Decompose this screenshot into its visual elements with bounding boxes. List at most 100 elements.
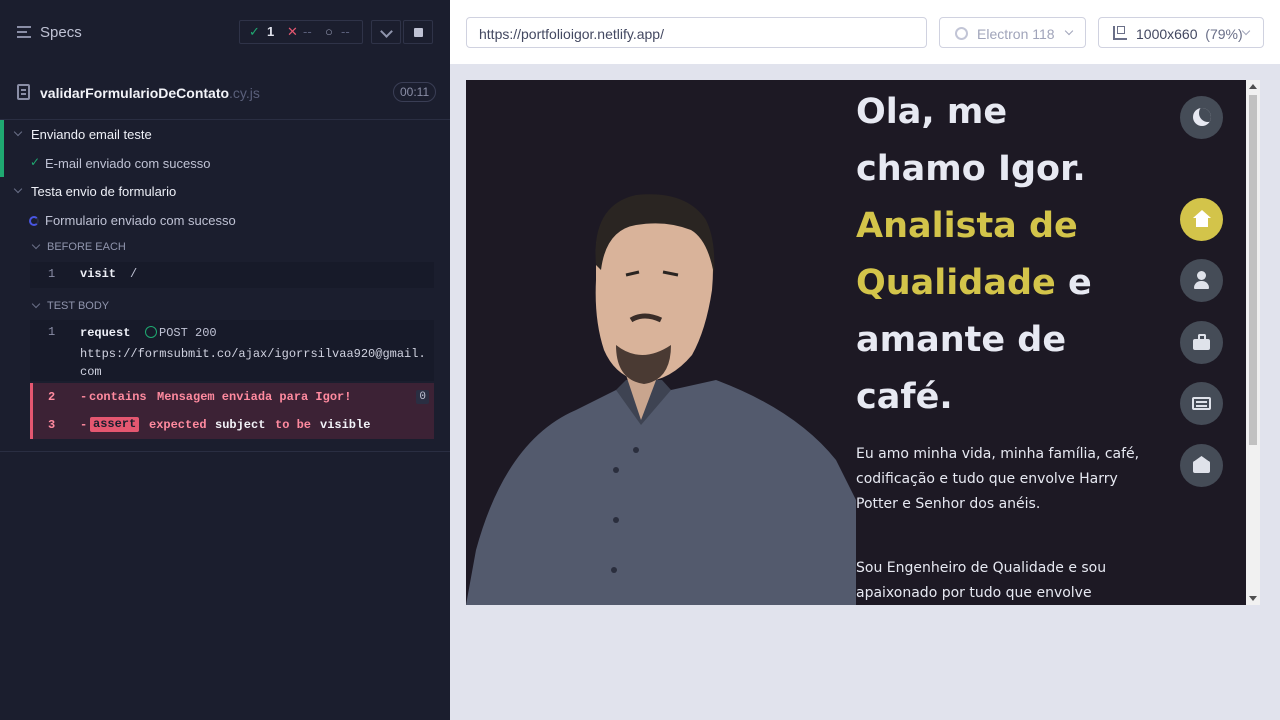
nav-contact-button[interactable] [1180,444,1223,487]
url-text: https://portfolioigor.netlify.app/ [479,26,664,42]
pending-spinner-icon: ○ [325,24,333,39]
browser-label: Electron 118 [977,26,1055,42]
app-scrollbar[interactable] [1246,80,1260,605]
bio-paragraph: Sou Engenheiro de Qualidade e sou apaixo… [856,560,1107,601]
nav-portfolio-button[interactable] [1180,321,1223,364]
pending-count: -- [341,24,350,39]
test-email-enviado[interactable]: ✓ E-mail enviado com sucesso [0,149,450,177]
user-icon [1197,271,1206,280]
hook-label: TEST BODY [47,300,110,312]
url-field[interactable]: https://portfolioigor.netlify.app/ [466,17,927,48]
hook-before-each[interactable]: BEFORE EACH [0,237,450,257]
suite-enviando-email[interactable]: Enviando email teste [0,120,450,148]
hero-line: chamo Igor. [856,149,1086,189]
viewport-selector[interactable]: 1000x660 (79%) [1098,17,1264,48]
test-formulario-enviado[interactable]: Formulario enviado com sucesso [0,206,450,234]
failed-count: -- [303,24,312,39]
user-icon-body [1194,281,1209,289]
document-icon [17,84,30,100]
chevron-down-icon[interactable] [371,20,401,44]
stop-icon[interactable] [403,20,433,44]
spec-file-basename: validarFormularioDeContato [40,85,230,101]
nav-blog-button[interactable] [1180,382,1223,425]
command-arg: / [130,267,138,281]
command-arg: Mensagem enviada para Igor! [157,390,352,404]
specs-label[interactable]: Specs [40,24,82,41]
hero-line: Qualidade e [856,255,1156,312]
running-spinner-icon [29,216,39,226]
test-title: E-mail enviado com sucesso [45,156,211,171]
viewport-size: 1000x660 [1136,26,1198,42]
hero-accent-word: Qualidade [856,263,1056,303]
passed-count: 1 [267,24,275,39]
suite-title: Testa envio de formulario [31,184,177,199]
request-status: POST 200 [159,326,217,340]
command-contains[interactable]: 2 - contains Mensagem enviada para Igor!… [30,383,434,411]
scroll-up-arrow-icon[interactable] [1249,84,1257,89]
command-name: visit [80,267,117,281]
command-number: 3 [48,418,56,432]
assert-word: to be [275,418,312,432]
command-name: contains [89,390,147,404]
aut-toolbar: https://portfolioigor.netlify.app/ Elect… [450,0,1280,64]
passed-check-icon: ✓ [249,24,260,39]
spec-file-ext: .cy.js [229,85,260,101]
assert-tag: assert [90,417,140,432]
chevron-down-icon [1241,26,1251,36]
specs-header: Specs ✓ 1 ✕ -- ○ -- [0,0,450,64]
command-number: 1 [48,325,56,339]
chevron-down-icon[interactable] [31,240,41,250]
newspaper-icon-line [1196,405,1207,407]
hero-line: café. [856,377,953,417]
command-number: 1 [48,267,56,281]
theme-toggle-button[interactable] [1180,96,1223,139]
test-title: Formulario enviado com sucesso [45,213,236,228]
spec-file-header: validarFormularioDeContato.cy.js 00:11 [0,64,450,120]
nav-home-button[interactable] [1180,198,1223,241]
scroll-thumb[interactable] [1249,95,1257,445]
ruler-icon [1113,26,1127,40]
spec-duration: 00:11 [393,82,437,102]
profile-photo [466,194,856,605]
chevron-down-icon[interactable] [13,184,23,194]
hook-test-body[interactable]: TEST BODY [0,296,450,316]
divider [0,451,450,452]
failed-x-icon: ✕ [287,24,298,39]
hero-word: e [1067,263,1092,303]
viewport-label: 1000x660 (79%) [1136,26,1243,42]
suite-testa-envio[interactable]: Testa envio de formulario [0,177,450,205]
request-url: https://formsubmit.co/ajax/igorrsilvaa92… [80,347,426,379]
electron-icon [955,27,968,40]
home-icon [1193,210,1211,218]
moon-icon [1193,108,1211,126]
specs-list-icon[interactable] [17,26,31,38]
command-request[interactable]: 1 request POST 200 https://formsubmit.co… [30,320,434,381]
hero-line-accent: Analista de [856,206,1078,246]
reporter-panel: Specs ✓ 1 ✕ -- ○ -- validarFormularioDeC… [0,0,450,720]
element-count-badge: 0 [416,390,429,404]
browser-selector[interactable]: Electron 118 [939,17,1086,48]
command-assert[interactable]: 3 - assert expected subject to be visibl… [30,411,434,439]
run-stats: ✓ 1 ✕ -- ○ -- [239,20,363,44]
hero-line: amante de [856,320,1067,360]
assert-word: subject [215,418,266,432]
chevron-down-icon [1064,26,1074,36]
chevron-down-icon[interactable] [13,127,23,137]
hook-label: BEFORE EACH [47,241,126,253]
scroll-down-arrow-icon[interactable] [1249,596,1257,601]
check-icon: ✓ [30,155,41,169]
assert-word: visible [320,418,371,432]
command-dash: - [80,418,88,432]
assert-word: expected [149,418,207,432]
envelope-icon-body [1193,461,1210,473]
command-name: request [80,326,131,340]
home-icon-body [1196,218,1208,227]
command-dash: - [80,390,88,404]
nav-about-button[interactable] [1180,259,1223,302]
bio-paragraph: Eu amo minha vida, minha família, café, … [856,446,1140,512]
command-visit[interactable]: 1 visit / [30,262,434,288]
command-number: 2 [48,390,56,404]
newspaper-icon-line [1196,401,1207,403]
chevron-down-icon[interactable] [31,299,41,309]
suite-title: Enviando email teste [31,127,152,142]
